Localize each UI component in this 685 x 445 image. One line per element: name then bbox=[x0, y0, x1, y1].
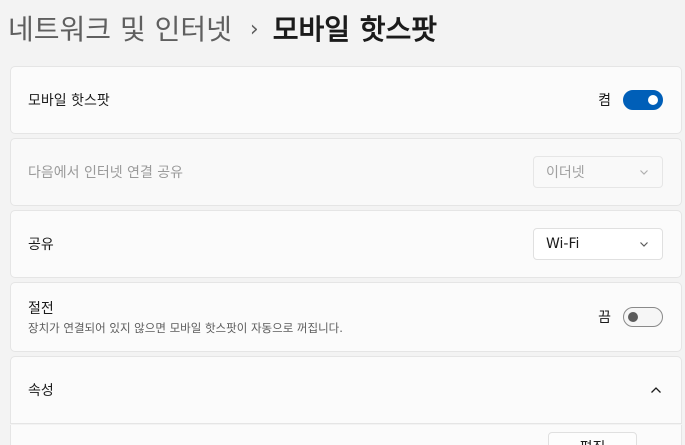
breadcrumb-parent[interactable]: 네트워크 및 인터넷 bbox=[8, 8, 232, 48]
power-saving-state-label: 끔 bbox=[598, 310, 611, 326]
share-from-value: 이더넷 bbox=[546, 165, 585, 181]
properties-header[interactable]: 속성 bbox=[10, 356, 682, 424]
share-over-value: Wi-Fi bbox=[546, 236, 580, 252]
page-title: 모바일 핫스팟 bbox=[272, 13, 438, 46]
power-saving-text: 절전 장치가 연결되어 있지 않으면 모바일 핫스팟이 자동으로 꺼집니다. bbox=[28, 298, 343, 336]
hotspot-toggle-group: 켬 bbox=[598, 90, 663, 110]
properties-label: 속성 bbox=[28, 383, 54, 399]
chevron-down-icon bbox=[640, 242, 648, 247]
hotspot-card: 모바일 핫스팟 켬 bbox=[10, 66, 682, 134]
power-saving-label: 절전 bbox=[28, 301, 54, 317]
share-over-dropdown[interactable]: Wi-Fi bbox=[533, 228, 663, 260]
breadcrumb-separator: › bbox=[249, 16, 259, 42]
power-saving-description: 장치가 연결되어 있지 않으면 모바일 핫스팟이 자동으로 꺼집니다. bbox=[28, 321, 343, 335]
hotspot-label: 모바일 핫스팟 bbox=[28, 93, 110, 109]
share-over-card: 공유 Wi-Fi bbox=[10, 210, 682, 278]
edit-button[interactable]: 편집 bbox=[548, 432, 637, 445]
toggle-knob bbox=[628, 312, 638, 322]
power-saving-toggle[interactable] bbox=[623, 307, 663, 327]
power-saving-toggle-group: 끔 bbox=[598, 307, 663, 327]
power-saving-card: 절전 장치가 연결되어 있지 않으면 모바일 핫스팟이 자동으로 꺼집니다. 끔 bbox=[10, 282, 682, 352]
share-from-dropdown[interactable]: 이더넷 bbox=[533, 156, 663, 188]
share-over-label: 공유 bbox=[28, 237, 54, 253]
chevron-down-icon bbox=[640, 170, 648, 175]
share-from-card: 다음에서 인터넷 연결 공유 이더넷 bbox=[10, 138, 682, 206]
share-from-label: 다음에서 인터넷 연결 공유 bbox=[28, 165, 184, 181]
hotspot-state-label: 켬 bbox=[598, 93, 611, 109]
toggle-knob bbox=[648, 95, 658, 105]
breadcrumb: 네트워크 및 인터넷 › 모바일 핫스팟 bbox=[8, 8, 437, 48]
chevron-up-icon bbox=[651, 387, 661, 393]
hotspot-toggle[interactable] bbox=[623, 90, 663, 110]
